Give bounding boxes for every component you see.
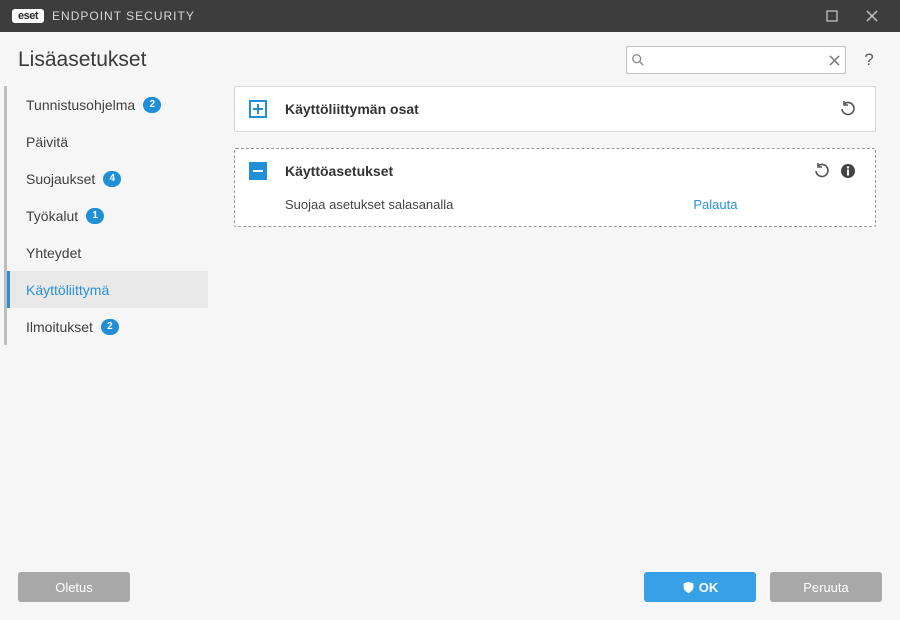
count-badge: 1 xyxy=(86,208,104,224)
square-icon xyxy=(826,10,838,22)
search-box[interactable] xyxy=(626,46,846,74)
brand-name: ENDPOINT SECURITY xyxy=(52,9,195,23)
ok-button[interactable]: OK xyxy=(644,572,756,602)
search-clear-button[interactable] xyxy=(825,55,845,66)
close-icon xyxy=(829,55,840,66)
section-title: Käyttöliittymän osat xyxy=(285,101,419,117)
search-icon xyxy=(627,53,649,67)
sidebar-item-label: Yhteydet xyxy=(26,245,81,261)
undo-icon xyxy=(814,163,830,179)
sidebar-item-tyokalut[interactable]: Työkalut 1 xyxy=(7,197,208,234)
sidebar-item-label: Ilmoitukset xyxy=(26,319,93,335)
help-button[interactable]: ? xyxy=(856,47,882,73)
search-input[interactable] xyxy=(649,47,825,73)
shield-icon xyxy=(682,581,695,594)
restore-link[interactable]: Palauta xyxy=(693,197,737,212)
count-badge: 2 xyxy=(101,319,119,335)
reset-button[interactable] xyxy=(835,96,861,122)
sidebar-item-label: Tunnistusohjelma xyxy=(26,97,135,113)
page-title: Lisäasetukset xyxy=(18,48,146,72)
header: Lisäasetukset ? xyxy=(0,32,900,84)
count-badge: 2 xyxy=(143,97,161,113)
reset-button[interactable] xyxy=(809,158,835,184)
sidebar-item-label: Käyttöliittymä xyxy=(26,282,109,298)
section-access-settings: Käyttöasetukset Suojaa asetukset salasan… xyxy=(234,148,876,227)
sidebar-item-paivita[interactable]: Päivitä xyxy=(7,123,208,160)
main-panel: Käyttöliittymän osat Käyttöasetukset xyxy=(212,84,900,558)
sidebar-item-label: Työkalut xyxy=(26,208,78,224)
default-button[interactable]: Oletus xyxy=(18,572,130,602)
ok-button-label: OK xyxy=(699,580,719,595)
sidebar-item-label: Päivitä xyxy=(26,134,68,150)
sidebar: Tunnistusohjelma 2 Päivitä Suojaukset 4 … xyxy=(0,84,212,558)
titlebar: eset ENDPOINT SECURITY xyxy=(0,0,900,32)
window-maximize-button[interactable] xyxy=(812,0,852,32)
cancel-button[interactable]: Peruuta xyxy=(770,572,882,602)
sidebar-item-label: Suojaukset xyxy=(26,171,95,187)
close-icon xyxy=(866,10,878,22)
footer: Oletus OK Peruuta xyxy=(0,558,900,616)
sidebar-item-ilmoitukset[interactable]: Ilmoitukset 2 xyxy=(7,308,208,345)
sidebar-item-yhteydet[interactable]: Yhteydet xyxy=(7,234,208,271)
collapse-icon xyxy=(249,162,267,180)
sidebar-item-suojaukset[interactable]: Suojaukset 4 xyxy=(7,160,208,197)
setting-row-password-protect: Suojaa asetukset salasanalla Palauta xyxy=(285,197,861,212)
info-icon xyxy=(840,163,856,179)
question-icon: ? xyxy=(864,50,873,70)
undo-icon xyxy=(840,101,856,117)
sidebar-item-tunnistusohjelma[interactable]: Tunnistusohjelma 2 xyxy=(7,86,208,123)
section-header[interactable]: Käyttöliittymän osat xyxy=(235,87,875,131)
brand-badge: eset xyxy=(12,9,44,23)
expand-icon xyxy=(249,100,267,118)
sidebar-item-kayttoliittyma[interactable]: Käyttöliittymä xyxy=(7,271,208,308)
section-header[interactable]: Käyttöasetukset xyxy=(235,149,875,193)
section-title: Käyttöasetukset xyxy=(285,163,393,179)
window-close-button[interactable] xyxy=(852,0,892,32)
info-button[interactable] xyxy=(835,158,861,184)
setting-label: Suojaa asetukset salasanalla xyxy=(285,197,453,212)
section-ui-elements: Käyttöliittymän osat xyxy=(234,86,876,132)
count-badge: 4 xyxy=(103,171,121,187)
